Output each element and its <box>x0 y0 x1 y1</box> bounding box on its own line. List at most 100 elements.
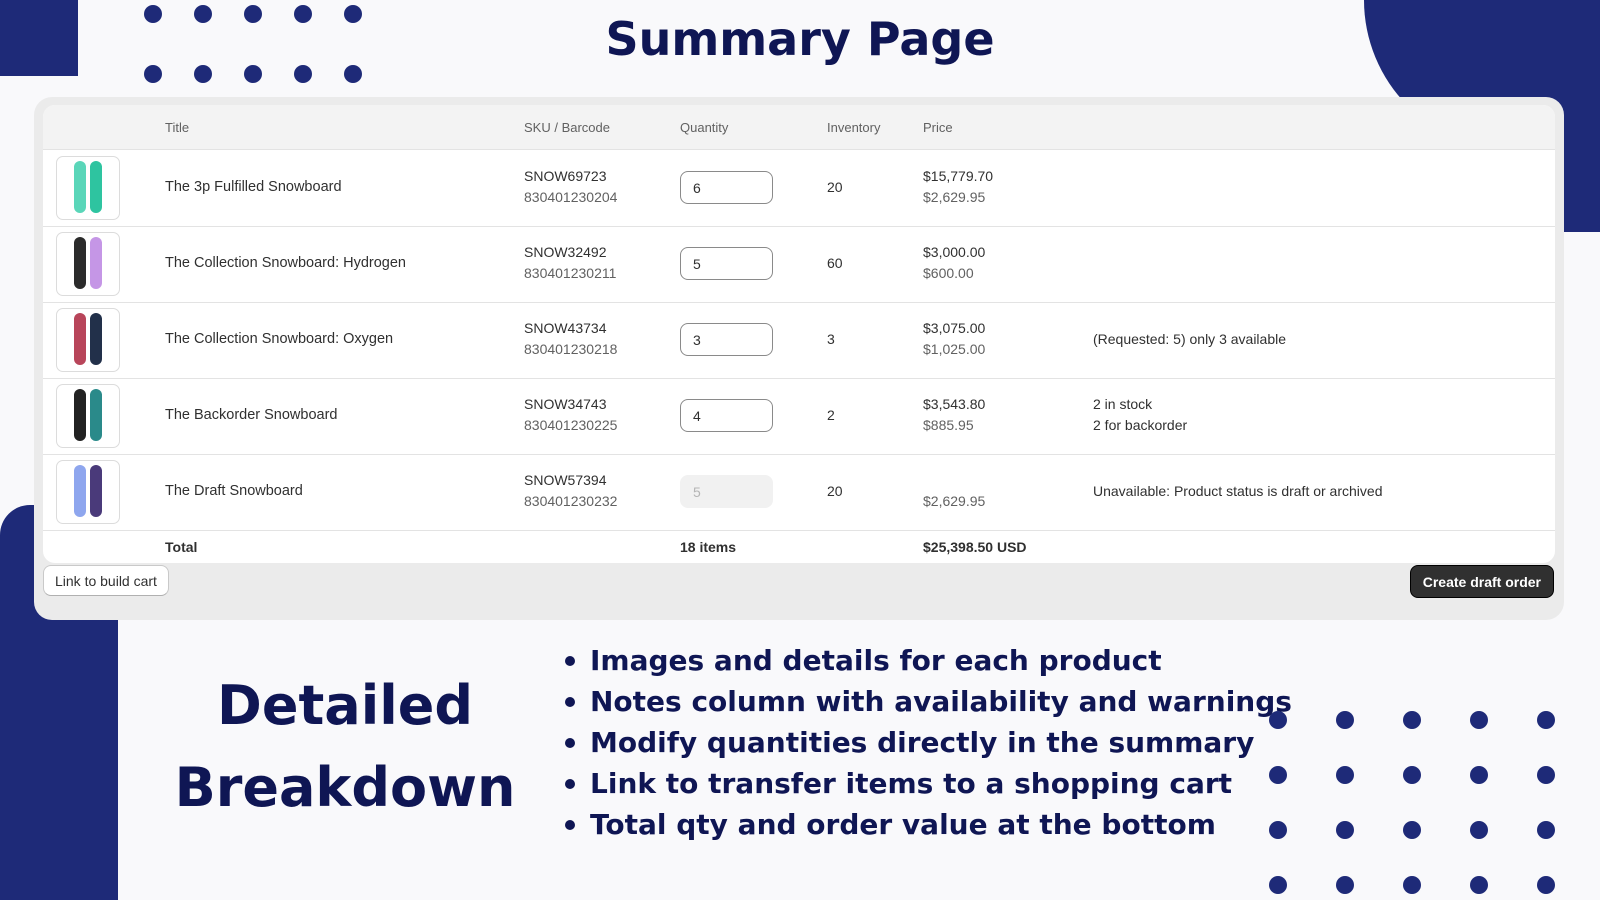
table-row: The Backorder Snowboard SNOW34743 830401… <box>43 378 1555 455</box>
dot <box>1470 876 1488 894</box>
product-sku: SNOW34743 <box>524 396 607 412</box>
unit-price: $2,629.95 <box>923 189 986 205</box>
inventory-count: 2 <box>827 407 835 423</box>
inventory-count: 20 <box>827 483 843 499</box>
snowboard-graphic <box>74 161 86 213</box>
product-title: The Collection Snowboard: Oxygen <box>165 331 394 347</box>
dot <box>1403 711 1421 729</box>
quantity-input-disabled <box>680 475 773 508</box>
summary-table: Title SKU / Barcode Quantity Inventory P… <box>43 105 1555 563</box>
snowboard-graphic <box>90 389 102 441</box>
quantity-input[interactable] <box>680 171 773 204</box>
quantity-input[interactable] <box>680 323 773 356</box>
availability-note: Unavailable: Product status is draft or … <box>1093 483 1383 499</box>
product-barcode: 830401230218 <box>524 341 618 357</box>
page-title: Summary Page <box>605 12 995 66</box>
dot <box>1537 821 1555 839</box>
total-value: $25,398.50 USD <box>923 539 1027 555</box>
summary-panel: Title SKU / Barcode Quantity Inventory P… <box>34 97 1564 620</box>
total-row: Total 18 items $25,398.50 USD <box>43 529 1555 563</box>
line-total-price: $3,000.00 <box>923 244 986 260</box>
total-items: 18 items <box>680 539 737 555</box>
backorder-note: 2 for backorder <box>1093 417 1188 433</box>
feature-title: Detailed Breakdown <box>120 665 570 829</box>
dot <box>1537 766 1555 784</box>
quantity-input[interactable] <box>680 247 773 280</box>
dot <box>1470 821 1488 839</box>
column-header-quantity: Quantity <box>680 120 729 135</box>
inventory-count: 3 <box>827 331 835 347</box>
dot <box>1403 821 1421 839</box>
snowboard-graphic <box>90 465 102 517</box>
dot <box>1336 821 1354 839</box>
product-barcode: 830401230232 <box>524 493 618 509</box>
table-row: The Collection Snowboard: Hydrogen SNOW3… <box>43 226 1555 303</box>
product-image <box>56 384 120 448</box>
line-total-price: $3,075.00 <box>923 320 986 336</box>
unit-price: $885.95 <box>923 417 974 433</box>
snowboard-graphic <box>90 161 102 213</box>
unit-price: $2,629.95 <box>923 493 986 509</box>
dot <box>344 65 362 83</box>
inventory-count: 20 <box>827 179 843 195</box>
product-barcode: 830401230211 <box>524 265 617 281</box>
product-title: The Backorder Snowboard <box>165 407 338 423</box>
product-image <box>56 460 120 524</box>
product-title: The Collection Snowboard: Hydrogen <box>165 255 406 271</box>
product-title: The 3p Fulfilled Snowboard <box>165 179 342 195</box>
total-label: Total <box>165 539 198 555</box>
dot <box>1269 876 1287 894</box>
feature-title-line: Detailed <box>217 674 473 737</box>
feature-item: Images and details for each product <box>565 640 1292 681</box>
feature-list: Images and details for each product Note… <box>565 640 1292 845</box>
feature-item: Link to transfer items to a shopping car… <box>565 763 1292 804</box>
feature-item: Modify quantities directly in the summar… <box>565 722 1292 763</box>
dot <box>1336 711 1354 729</box>
unit-price: $600.00 <box>923 265 974 281</box>
column-header-sku: SKU / Barcode <box>524 120 610 135</box>
product-sku: SNOW43734 <box>524 320 607 336</box>
link-to-build-cart-button[interactable]: Link to build cart <box>43 565 169 596</box>
product-barcode: 830401230204 <box>524 189 618 205</box>
table-row: The 3p Fulfilled Snowboard SNOW69723 830… <box>43 150 1555 227</box>
snowboard-graphic <box>74 237 86 289</box>
inventory-count: 60 <box>827 255 843 271</box>
dot <box>194 65 212 83</box>
snowboard-graphic <box>74 313 86 365</box>
feature-item: Notes column with availability and warni… <box>565 681 1292 722</box>
dot <box>1537 876 1555 894</box>
availability-note: 2 in stock <box>1093 396 1153 412</box>
column-header-price: Price <box>923 120 953 135</box>
table-header: Title SKU / Barcode Quantity Inventory P… <box>43 105 1555 150</box>
dot <box>1537 711 1555 729</box>
product-sku: SNOW32492 <box>524 244 607 260</box>
snowboard-graphic <box>90 313 102 365</box>
column-header-inventory: Inventory <box>827 120 881 135</box>
product-image <box>56 156 120 220</box>
table-row: The Draft Snowboard SNOW57394 8304012302… <box>43 454 1555 531</box>
product-image <box>56 232 120 296</box>
unit-price: $1,025.00 <box>923 341 986 357</box>
dot <box>294 65 312 83</box>
dot <box>1403 876 1421 894</box>
dot <box>144 65 162 83</box>
snowboard-graphic <box>74 465 86 517</box>
snowboard-graphic <box>74 389 86 441</box>
table-row: The Collection Snowboard: Oxygen SNOW437… <box>43 302 1555 379</box>
dot <box>244 65 262 83</box>
snowboard-graphic <box>90 237 102 289</box>
dot <box>1403 766 1421 784</box>
line-total-price: $15,779.70 <box>923 168 994 184</box>
line-total-price: $3,543.80 <box>923 396 986 412</box>
dot <box>1470 766 1488 784</box>
availability-note: (Requested: 5) only 3 available <box>1093 331 1287 347</box>
product-sku: SNOW57394 <box>524 472 607 488</box>
product-sku: SNOW69723 <box>524 168 607 184</box>
quantity-input[interactable] <box>680 399 773 432</box>
create-draft-order-button[interactable]: Create draft order <box>1409 565 1554 598</box>
product-barcode: 830401230225 <box>524 417 618 433</box>
dot <box>1336 766 1354 784</box>
dot <box>1336 876 1354 894</box>
product-image <box>56 308 120 372</box>
product-title: The Draft Snowboard <box>165 483 303 499</box>
